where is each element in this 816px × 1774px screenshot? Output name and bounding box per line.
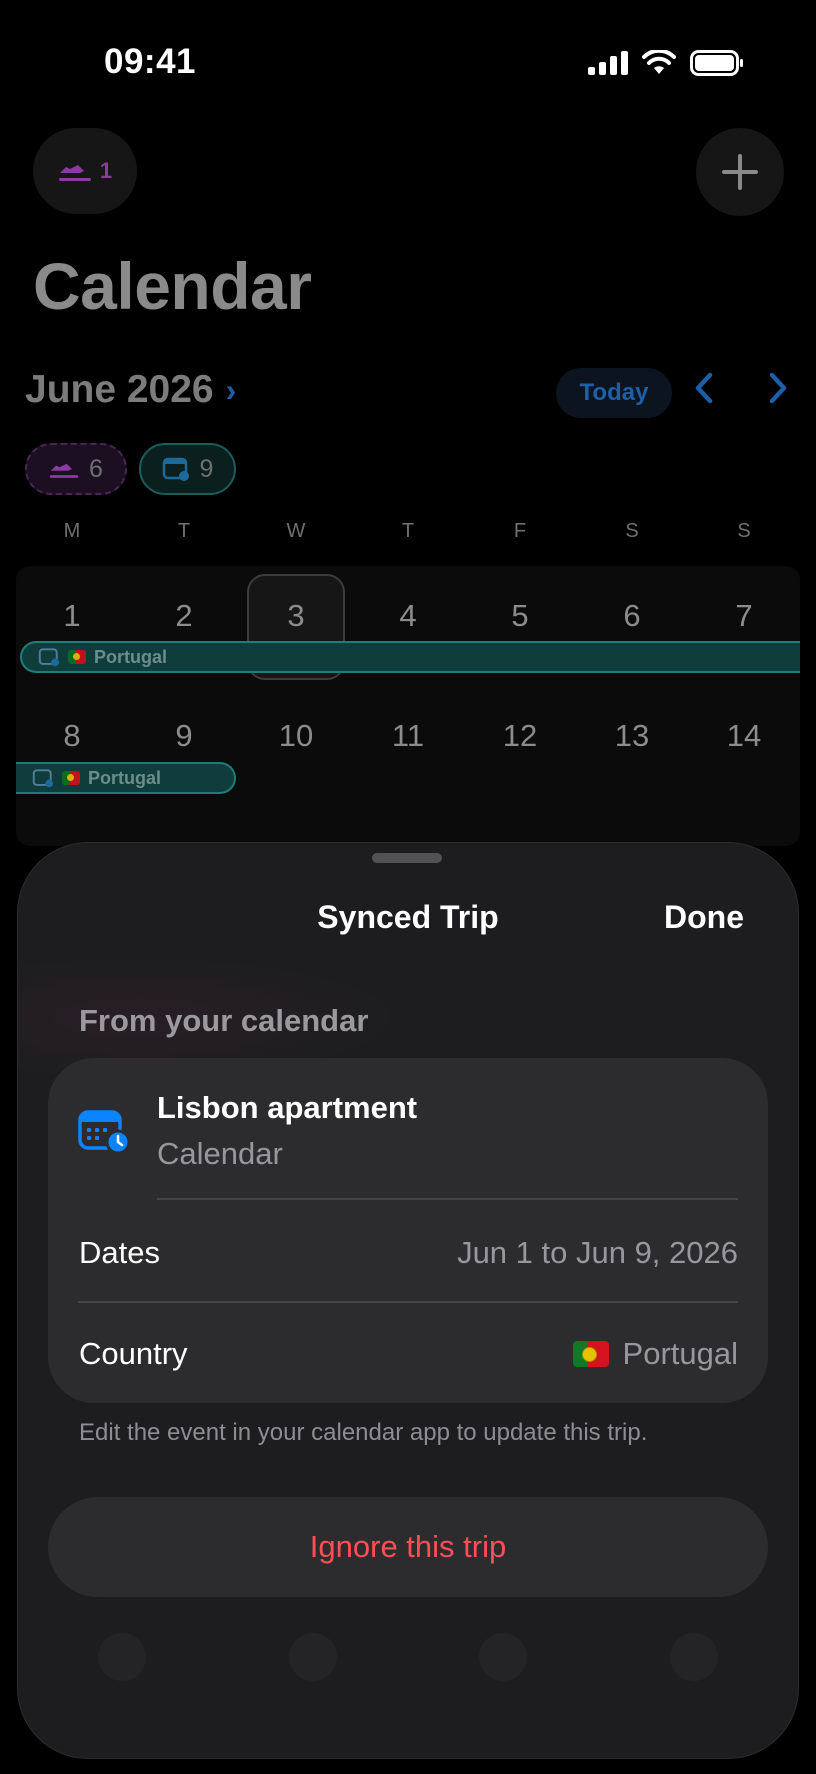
day-cell[interactable]: 2 xyxy=(128,598,240,634)
divider xyxy=(157,1198,738,1200)
tab-icon-placeholder xyxy=(288,1633,337,1681)
day-cell[interactable]: 4 xyxy=(352,598,464,634)
trip-details-card: Lisbon apartment Calendar Dates Jun 1 to… xyxy=(48,1058,768,1403)
day-cell[interactable]: 6 xyxy=(576,598,688,634)
plus-icon xyxy=(722,154,758,190)
weekday-label: S xyxy=(625,520,639,542)
page-title: Calendar xyxy=(33,249,312,323)
weekday-label: M xyxy=(63,520,81,542)
synced-trip-bar[interactable]: Portugal xyxy=(20,641,800,673)
section-label: From your calendar xyxy=(79,1003,369,1038)
day-cell[interactable]: 14 xyxy=(688,718,800,754)
trips-indicator[interactable]: 1 xyxy=(33,128,137,214)
weekday-header: M T W T F S S xyxy=(16,520,800,543)
add-button[interactable] xyxy=(696,128,784,216)
divider xyxy=(78,1301,738,1303)
done-button[interactable]: Done xyxy=(664,899,744,936)
chevron-left-icon xyxy=(695,372,713,404)
trips-filter-chip[interactable]: 6 xyxy=(25,443,127,495)
weekday-label: W xyxy=(286,520,306,542)
plane-landing-icon xyxy=(58,165,91,181)
weekday-label: S xyxy=(737,520,751,542)
trip-bar-label: Portugal xyxy=(88,767,162,788)
event-title: Lisbon apartment xyxy=(157,1090,418,1125)
country-value-text: Portugal xyxy=(622,1336,738,1371)
next-month-button[interactable] xyxy=(768,372,788,413)
calendar-event-row[interactable]: Lisbon apartment Calendar xyxy=(48,1058,768,1198)
country-label: Country xyxy=(79,1336,188,1371)
portugal-flag-icon xyxy=(572,1341,609,1367)
week-row: 8 9 10 11 12 13 14 xyxy=(16,718,800,754)
calendar-sync-icon xyxy=(162,457,189,481)
dates-value: Jun 1 to Jun 9, 2026 xyxy=(457,1235,738,1271)
calendar-sync-icon xyxy=(38,648,59,667)
tab-icon-placeholder xyxy=(479,1633,528,1681)
today-button[interactable]: Today xyxy=(556,368,672,418)
portugal-flag-icon xyxy=(62,771,80,785)
previous-month-button[interactable] xyxy=(694,372,714,413)
tab-icon-placeholder xyxy=(98,1633,146,1681)
calendar-filter-count: 9 xyxy=(199,454,214,483)
event-source: Calendar xyxy=(157,1136,283,1171)
sync-footnote: Edit the event in your calendar app to u… xyxy=(79,1419,648,1446)
background-tab-bar xyxy=(98,1633,718,1681)
portugal-flag-icon xyxy=(68,650,86,664)
day-cell[interactable]: 13 xyxy=(576,718,688,754)
trips-filter-count: 6 xyxy=(89,454,103,483)
calendar-filter-chip[interactable]: 9 xyxy=(139,443,236,495)
day-cell[interactable]: 7 xyxy=(688,598,800,634)
weekday-label: T xyxy=(177,520,191,542)
country-value: Portugal xyxy=(572,1336,738,1372)
day-cell[interactable]: 11 xyxy=(352,718,464,754)
synced-trip-bar[interactable]: Portugal xyxy=(16,762,236,794)
weekday-label: T xyxy=(401,520,415,542)
dates-label: Dates xyxy=(79,1235,160,1270)
calendar-sync-icon xyxy=(32,769,53,788)
plane-landing-icon xyxy=(49,463,79,478)
day-cell[interactable]: 12 xyxy=(464,718,576,754)
ignore-trip-button[interactable]: Ignore this trip xyxy=(48,1497,768,1597)
sheet-grabber[interactable] xyxy=(372,853,442,863)
day-cell[interactable]: 5 xyxy=(464,598,576,634)
tab-icon-placeholder xyxy=(669,1633,718,1681)
chevron-right-icon: › xyxy=(225,371,237,408)
chevron-right-icon xyxy=(769,372,787,404)
day-cell[interactable]: 3 xyxy=(240,598,352,634)
day-cell[interactable]: 10 xyxy=(240,718,352,754)
day-cell[interactable]: 8 xyxy=(16,718,128,754)
synced-trip-sheet: Synced Trip Done From your calendar Lisb… xyxy=(18,843,798,1758)
calendar-sync-icon xyxy=(78,1110,130,1154)
trips-indicator-count: 1 xyxy=(99,158,113,183)
dates-value-text: Jun 1 to Jun 9, 2026 xyxy=(457,1235,738,1270)
day-cell[interactable]: 1 xyxy=(16,598,128,634)
month-label: June 2026 xyxy=(25,368,214,411)
weekday-label: F xyxy=(513,520,527,542)
day-cell[interactable]: 9 xyxy=(128,718,240,754)
month-selector[interactable]: June 2026 › xyxy=(25,368,236,412)
trip-bar-label: Portugal xyxy=(94,646,168,667)
week-row: 1 2 3 4 5 6 7 xyxy=(16,598,800,634)
